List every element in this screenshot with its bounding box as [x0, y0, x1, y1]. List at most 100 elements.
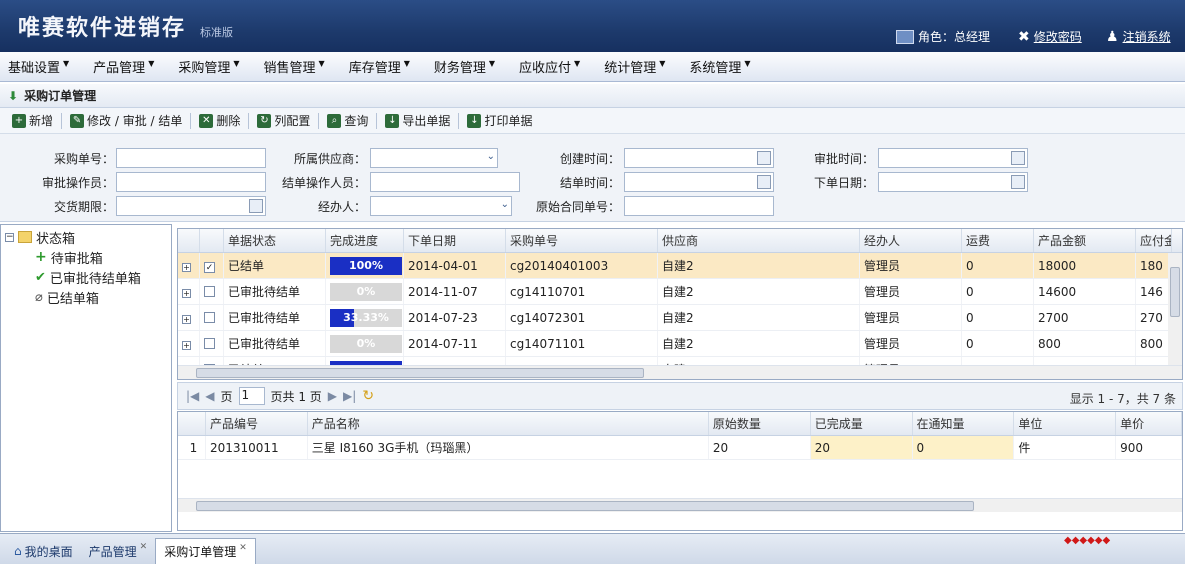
po-no-input[interactable]	[116, 148, 266, 168]
po-number-cell: cg14072301	[506, 305, 658, 330]
tab-product[interactable]: 产品管理 ✕	[81, 538, 156, 564]
column-config-button[interactable]: ↻ 列配置	[251, 110, 316, 132]
logout-link[interactable]: ♟ 注销系统	[1106, 28, 1171, 45]
handler-select[interactable]: ⌄	[370, 196, 512, 216]
column-header[interactable]: 下单日期	[404, 229, 506, 252]
handler-label: 经办人：	[317, 200, 366, 214]
expand-icon[interactable]: +	[182, 315, 191, 324]
scrollbar-thumb[interactable]	[196, 368, 644, 378]
expand-icon[interactable]: +	[182, 341, 191, 350]
menu-finance[interactable]: 财务管理 ▼	[426, 52, 511, 82]
column-header[interactable]: 已完成量	[811, 412, 913, 435]
order-date-cell: 2014-07-23	[404, 305, 506, 330]
order-date-cell: 2014-04-01	[404, 253, 506, 278]
row-checkbox[interactable]	[204, 286, 215, 297]
print-button[interactable]: ↓ 打印单据	[461, 110, 538, 132]
collapse-icon[interactable]: −	[5, 232, 14, 242]
column-header[interactable]: 单价	[1116, 412, 1182, 435]
table-row[interactable]: + 已审批待结单 33.33% 2014-07-23 cg14072301 自建2 管理员 0…	[178, 305, 1182, 331]
row-checkbox[interactable]	[204, 338, 215, 349]
delivery-input[interactable]	[116, 196, 266, 216]
table-row[interactable]: 1 201310011 三星 I8160 3G手机（玛瑙黑） 20 20 0 件…	[178, 436, 1182, 460]
page-number-input[interactable]: 1	[238, 387, 265, 405]
scrollbar-thumb[interactable]	[196, 501, 974, 511]
closer-input[interactable]	[370, 172, 520, 192]
horizontal-scrollbar[interactable]	[178, 498, 1182, 512]
horizontal-scrollbar[interactable]	[178, 365, 1182, 379]
product-code-cell: 201310011	[206, 436, 308, 459]
delete-button[interactable]: ✕ 删除	[193, 110, 246, 132]
tab-desktop[interactable]: ⌂ 我的桌面	[6, 538, 81, 564]
column-header[interactable]: 应付金	[1136, 229, 1172, 252]
folder-icon	[18, 231, 32, 243]
approved-time-input[interactable]	[878, 148, 1028, 168]
grid-body: + ✓ 已结单 100% 2014-04-01 cg20140401003 自建2 管理员 0 1…	[178, 253, 1182, 379]
column-header[interactable]: 产品编号	[206, 412, 308, 435]
change-password-link[interactable]: ✖ 修改密码	[1018, 28, 1082, 45]
order-date-input[interactable]	[878, 172, 1028, 192]
column-header[interactable]: 单位	[1014, 412, 1117, 435]
amount-cell: 14600	[1034, 279, 1136, 304]
prev-page-icon[interactable]: ◀	[205, 389, 214, 403]
tab-purchase-order[interactable]: 采购订单管理 ✕	[155, 538, 256, 564]
add-button[interactable]: + 新增	[6, 110, 59, 132]
created-time-input[interactable]	[624, 148, 774, 168]
product-name-cell: 三星 I8160 3G手机（玛瑙黑）	[308, 436, 709, 459]
tree-item-approved[interactable]: ✔ 已审批待结单箱	[1, 267, 171, 287]
logout-label: 注销系统	[1122, 30, 1171, 44]
order-date-cell: 2014-11-07	[404, 279, 506, 304]
edit-approve-close-button[interactable]: ✎ 修改 / 审批 / 结单	[64, 110, 188, 132]
column-header[interactable]: 原始数量	[709, 412, 811, 435]
menu-basic-settings[interactable]: 基础设置 ▼	[0, 52, 85, 82]
query-button[interactable]: ⌕ 查询	[321, 110, 374, 132]
tree-item-closed[interactable]: ⌀ 已结单箱	[1, 287, 171, 307]
menu-product[interactable]: 产品管理 ▼	[85, 52, 170, 82]
paperclip-icon: ⌀	[35, 289, 43, 305]
scrollbar-thumb[interactable]	[1170, 267, 1180, 317]
row-checkbox[interactable]	[204, 312, 215, 323]
column-header[interactable]: 经办人	[860, 229, 962, 252]
expand-column-header	[178, 229, 200, 252]
column-header[interactable]: 供应商	[658, 229, 860, 252]
next-page-icon[interactable]: ▶	[328, 389, 337, 403]
column-header[interactable]: 运费	[962, 229, 1034, 252]
first-page-icon[interactable]: |◀	[186, 389, 199, 403]
export-button[interactable]: ↓ 导出单据	[379, 110, 456, 132]
contract-input[interactable]	[624, 196, 774, 216]
running-man-icon: ♟	[1106, 28, 1119, 45]
menu-system[interactable]: 系统管理 ▼	[681, 52, 766, 82]
table-row[interactable]: + ✓ 已结单 100% 2014-04-01 cg20140401003 自建2 管理员 0 1…	[178, 253, 1182, 279]
expand-icon[interactable]: +	[182, 263, 191, 272]
row-checkbox[interactable]: ✓	[204, 262, 215, 273]
menu-purchase[interactable]: 采购管理 ▼	[170, 52, 255, 82]
menu-sales[interactable]: 销售管理 ▼	[256, 52, 341, 82]
vertical-scrollbar[interactable]	[1168, 253, 1182, 367]
menu-statistics[interactable]: 统计管理 ▼	[596, 52, 681, 82]
calendar-icon[interactable]	[1011, 151, 1025, 165]
close-icon[interactable]: ✕	[239, 543, 247, 553]
column-header[interactable]: 采购单号	[506, 229, 658, 252]
pencil-icon: ✎	[70, 113, 85, 128]
closed-time-input[interactable]	[624, 172, 774, 192]
supplier-select[interactable]: ⌄	[370, 148, 498, 168]
table-row[interactable]: + 已审批待结单 0% 2014-11-07 cg14110701 自建2 管理员 0 1460…	[178, 279, 1182, 305]
last-page-icon[interactable]: ▶|	[343, 389, 356, 403]
tree-root[interactable]: − 状态箱	[1, 227, 171, 247]
table-row[interactable]: + 已审批待结单 0% 2014-07-11 cg14071101 自建2 管理员 0 800 8…	[178, 331, 1182, 357]
refresh-icon[interactable]: ↻	[362, 388, 374, 404]
approver-input[interactable]	[116, 172, 266, 192]
column-header[interactable]: 单据状态	[224, 229, 326, 252]
tree-item-pending[interactable]: + 待审批箱	[1, 247, 171, 267]
pager: |◀ ◀ 页 1 页共 1 页 ▶ ▶| ↻ 显示 1 - 7，共 7 条	[177, 382, 1183, 410]
column-header[interactable]: 产品金额	[1034, 229, 1136, 252]
calendar-icon[interactable]	[1011, 175, 1025, 189]
checkbox-column-header	[200, 229, 224, 252]
expand-icon[interactable]: +	[182, 289, 191, 298]
column-header[interactable]: 完成进度	[326, 229, 404, 252]
column-header[interactable]: 在通知量	[913, 412, 1015, 435]
close-icon[interactable]: ✕	[140, 542, 148, 552]
progress-text: 0%	[356, 337, 376, 350]
menu-inventory[interactable]: 库存管理 ▼	[341, 52, 426, 82]
menu-receivable-payable[interactable]: 应收应付 ▼	[511, 52, 596, 82]
column-header[interactable]: 产品名称	[308, 412, 709, 435]
